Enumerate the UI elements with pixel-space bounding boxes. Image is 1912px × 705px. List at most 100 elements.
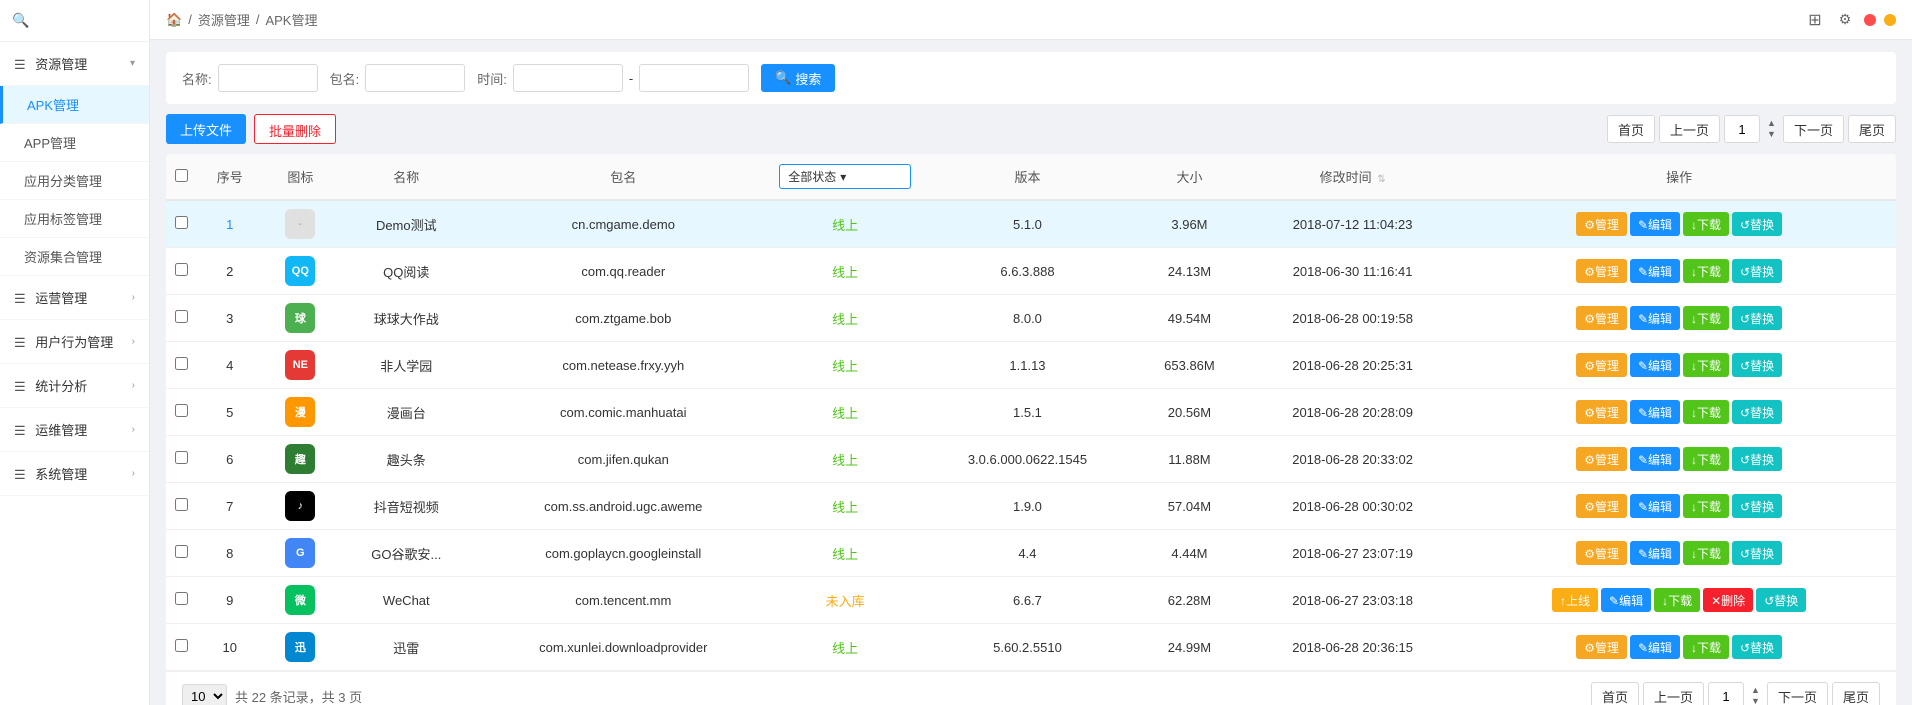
- action-替换-btn[interactable]: ↺替换: [1732, 541, 1782, 565]
- action-替换-btn[interactable]: ↺替换: [1732, 400, 1782, 424]
- row-checkbox-cell[interactable]: [166, 577, 196, 624]
- action-编辑-btn[interactable]: ✎编辑: [1630, 353, 1680, 377]
- row-checkbox[interactable]: [175, 216, 188, 229]
- row-checkbox-cell[interactable]: [166, 248, 196, 295]
- page-down-arrow-bottom[interactable]: ▼: [1748, 696, 1763, 705]
- next-page-btn-top[interactable]: 下一页: [1783, 115, 1844, 143]
- row-checkbox-cell[interactable]: [166, 389, 196, 436]
- action-编辑-btn[interactable]: ✎编辑: [1630, 541, 1680, 565]
- action-管理-btn[interactable]: ⚙管理: [1576, 635, 1627, 659]
- page-up-arrow-top[interactable]: ▲: [1764, 118, 1779, 129]
- status-filter-dropdown[interactable]: 全部状态 ▾: [779, 164, 911, 189]
- select-all-checkbox[interactable]: [175, 169, 188, 182]
- sidebar-item-app[interactable]: APP管理: [0, 124, 149, 162]
- row-checkbox[interactable]: [175, 404, 188, 417]
- action-替换-btn[interactable]: ↺替换: [1732, 353, 1782, 377]
- action-编辑-btn[interactable]: ✎编辑: [1601, 588, 1651, 612]
- page-number-input-bottom[interactable]: [1708, 682, 1744, 705]
- settings-icon[interactable]: ⚙: [1834, 9, 1856, 31]
- sidebar-group-ops-header[interactable]: ☰ 运营管理 ›: [0, 276, 149, 320]
- action-编辑-btn[interactable]: ✎编辑: [1630, 306, 1680, 330]
- action-上线-btn[interactable]: ↑上线: [1552, 588, 1598, 612]
- page-down-arrow-top[interactable]: ▼: [1764, 129, 1779, 140]
- action-删除-btn[interactable]: ✕删除: [1703, 588, 1753, 612]
- time-end-input[interactable]: [639, 64, 749, 92]
- action-管理-btn[interactable]: ⚙管理: [1576, 494, 1627, 518]
- sidebar-item-apk[interactable]: APK管理: [0, 86, 149, 124]
- search-button[interactable]: 🔍 搜索: [761, 64, 835, 92]
- row-checkbox-cell[interactable]: [166, 483, 196, 530]
- action-下载-btn[interactable]: ↓下载: [1683, 635, 1729, 659]
- sidebar-item-category[interactable]: 应用分类管理: [0, 162, 149, 200]
- action-管理-btn[interactable]: ⚙管理: [1576, 259, 1627, 283]
- action-下载-btn[interactable]: ↓下载: [1683, 306, 1729, 330]
- col-status[interactable]: 全部状态 ▾: [771, 154, 919, 200]
- batch-delete-button[interactable]: 批量删除: [254, 114, 336, 144]
- sidebar-group-maintenance-header[interactable]: ☰ 运维管理 ›: [0, 408, 149, 452]
- next-page-btn-bottom[interactable]: 下一页: [1767, 682, 1828, 705]
- first-page-btn-top[interactable]: 首页: [1607, 115, 1655, 143]
- action-下载-btn[interactable]: ↓下载: [1654, 588, 1700, 612]
- action-替换-btn[interactable]: ↺替换: [1732, 212, 1782, 236]
- action-替换-btn[interactable]: ↺替换: [1732, 259, 1782, 283]
- action-管理-btn[interactable]: ⚙管理: [1576, 353, 1627, 377]
- action-下载-btn[interactable]: ↓下载: [1683, 400, 1729, 424]
- action-下载-btn[interactable]: ↓下载: [1683, 447, 1729, 471]
- time-start-input[interactable]: [513, 64, 623, 92]
- action-编辑-btn[interactable]: ✎编辑: [1630, 212, 1680, 236]
- page-up-arrow-bottom[interactable]: ▲: [1748, 685, 1763, 696]
- action-下载-btn[interactable]: ↓下载: [1683, 353, 1729, 377]
- page-number-input-top[interactable]: [1724, 115, 1760, 143]
- action-下载-btn[interactable]: ↓下载: [1683, 259, 1729, 283]
- action-替换-btn[interactable]: ↺替换: [1732, 447, 1782, 471]
- row-checkbox[interactable]: [175, 639, 188, 652]
- row-checkbox-cell[interactable]: [166, 342, 196, 389]
- action-下载-btn[interactable]: ↓下载: [1683, 494, 1729, 518]
- action-编辑-btn[interactable]: ✎编辑: [1630, 494, 1680, 518]
- sidebar-item-tag[interactable]: 应用标签管理: [0, 200, 149, 238]
- row-checkbox[interactable]: [175, 451, 188, 464]
- action-管理-btn[interactable]: ⚙管理: [1576, 212, 1627, 236]
- home-icon[interactable]: 🏠: [166, 12, 182, 28]
- action-管理-btn[interactable]: ⚙管理: [1576, 447, 1627, 471]
- action-下载-btn[interactable]: ↓下载: [1683, 541, 1729, 565]
- sidebar-group-behavior-header[interactable]: ☰ 用户行为管理 ›: [0, 320, 149, 364]
- grid-icon[interactable]: ⊞: [1804, 9, 1826, 31]
- action-编辑-btn[interactable]: ✎编辑: [1630, 259, 1680, 283]
- row-checkbox-cell[interactable]: [166, 530, 196, 577]
- last-page-btn-bottom[interactable]: 尾页: [1832, 682, 1880, 705]
- sidebar-group-resource-header[interactable]: ☰ 资源管理 ▾: [0, 42, 149, 86]
- action-替换-btn[interactable]: ↺替换: [1732, 635, 1782, 659]
- row-checkbox[interactable]: [175, 310, 188, 323]
- name-input[interactable]: [218, 64, 318, 92]
- row-checkbox[interactable]: [175, 357, 188, 370]
- upload-button[interactable]: 上传文件: [166, 114, 246, 144]
- action-替换-btn[interactable]: ↺替换: [1732, 494, 1782, 518]
- sidebar-item-aggregate[interactable]: 资源集合管理: [0, 238, 149, 276]
- sidebar-search-container[interactable]: 🔍: [0, 0, 149, 42]
- action-管理-btn[interactable]: ⚙管理: [1576, 306, 1627, 330]
- action-管理-btn[interactable]: ⚙管理: [1576, 400, 1627, 424]
- row-checkbox[interactable]: [175, 592, 188, 605]
- sidebar-group-stats-header[interactable]: ☰ 统计分析 ›: [0, 364, 149, 408]
- page-size-select[interactable]: 10 20 50: [182, 684, 227, 705]
- sidebar-group-system-header[interactable]: ☰ 系统管理 ›: [0, 452, 149, 496]
- row-checkbox[interactable]: [175, 263, 188, 276]
- action-管理-btn[interactable]: ⚙管理: [1576, 541, 1627, 565]
- action-替换-btn[interactable]: ↺替换: [1756, 588, 1806, 612]
- col-time[interactable]: 修改时间 ⇅: [1243, 154, 1462, 200]
- first-page-btn-bottom[interactable]: 首页: [1591, 682, 1639, 705]
- row-checkbox-cell[interactable]: [166, 436, 196, 483]
- action-替换-btn[interactable]: ↺替换: [1732, 306, 1782, 330]
- package-input[interactable]: [365, 64, 465, 92]
- row-checkbox-cell[interactable]: [166, 295, 196, 342]
- row-checkbox-cell[interactable]: [166, 624, 196, 671]
- action-编辑-btn[interactable]: ✎编辑: [1630, 400, 1680, 424]
- row-checkbox[interactable]: [175, 545, 188, 558]
- prev-page-btn-bottom[interactable]: 上一页: [1643, 682, 1704, 705]
- prev-page-btn-top[interactable]: 上一页: [1659, 115, 1720, 143]
- action-编辑-btn[interactable]: ✎编辑: [1630, 635, 1680, 659]
- last-page-btn-top[interactable]: 尾页: [1848, 115, 1896, 143]
- action-下载-btn[interactable]: ↓下载: [1683, 212, 1729, 236]
- action-编辑-btn[interactable]: ✎编辑: [1630, 447, 1680, 471]
